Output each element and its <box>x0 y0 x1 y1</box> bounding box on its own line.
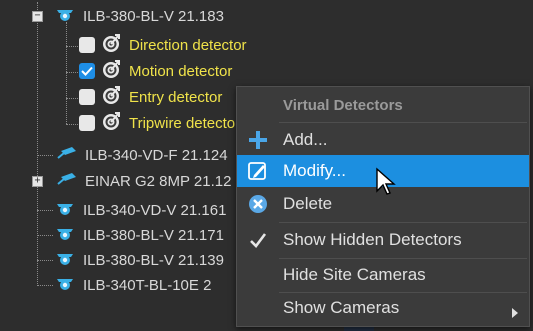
tree-item-label: ILB-380-BL-V 21.171 <box>83 226 224 244</box>
menu-item-show-hidden-detectors[interactable]: Show Hidden Detectors <box>237 224 529 256</box>
tree-connector <box>37 260 53 261</box>
tree-item-label: ILB-380-BL-V 21.183 <box>83 7 224 25</box>
bullet-camera-icon <box>55 171 77 191</box>
tree-item-label: ILB-340T-BL-10E 2 <box>83 276 212 294</box>
tree-item-label: EINAR G2 8MP 21.12 <box>85 172 232 190</box>
tree-item-camera[interactable]: ILB-380-BL-V 21.171 <box>55 223 224 247</box>
tree-item-label: Motion detector <box>129 62 233 80</box>
tree-connector <box>37 210 53 211</box>
tree-connector <box>37 235 53 236</box>
tree-connector <box>66 46 78 47</box>
tree-item-detector[interactable]: Direction detector <box>79 33 247 57</box>
bullet-camera-icon <box>55 145 77 165</box>
menu-separator <box>279 122 527 123</box>
menu-item-show-cameras[interactable]: Show Cameras <box>237 292 529 324</box>
dome-camera-icon <box>55 200 75 220</box>
context-menu-header: Virtual Detectors <box>283 96 403 114</box>
tree-item-label: ILB-340-VD-V 21.161 <box>83 201 227 219</box>
context-menu: Virtual Detectors Add... Modify... Delet… <box>236 86 530 327</box>
submenu-arrow-icon <box>511 303 519 323</box>
checkmark-icon <box>245 228 271 252</box>
tree-connector <box>66 22 67 124</box>
mouse-cursor-icon <box>375 167 399 202</box>
dome-camera-icon <box>55 225 75 245</box>
dome-camera-icon <box>55 6 75 26</box>
delete-circle-icon <box>245 192 271 216</box>
detector-checkbox[interactable] <box>79 89 95 105</box>
tree-item-label: Entry detector <box>129 88 223 106</box>
detector-checkbox[interactable] <box>79 37 95 53</box>
tree-item-camera[interactable]: ILB-380-BL-V 21.183 <box>55 4 224 28</box>
tree-item-label: Tripwire detector <box>129 114 241 132</box>
tree-item-label: ILB-340-VD-F 21.124 <box>85 146 228 164</box>
tree-connector <box>37 155 53 156</box>
dome-camera-icon <box>55 250 75 270</box>
plus-icon <box>245 128 271 152</box>
tree-connector <box>37 2 38 284</box>
detector-target-icon <box>101 85 121 109</box>
tree-connector <box>37 285 53 286</box>
detector-checkbox-checked[interactable] <box>79 63 95 79</box>
tree-item-detector[interactable]: Tripwire detector <box>79 111 240 135</box>
tree-item-camera[interactable]: ILB-340T-BL-10E 2 <box>55 273 211 297</box>
expand-toggle[interactable]: + <box>32 176 43 187</box>
detector-target-icon <box>101 59 121 83</box>
tree-item-camera[interactable]: ILB-340-VD-F 21.124 <box>55 143 228 167</box>
tree-item-label: Direction detector <box>129 36 247 54</box>
tree-connector <box>66 98 78 99</box>
tree-item-camera[interactable]: ILB-380-BL-V 21.139 <box>55 248 224 272</box>
tree-connector <box>66 124 78 125</box>
menu-item-hide-site-cameras[interactable]: Hide Site Cameras <box>237 259 529 291</box>
menu-separator <box>279 222 527 223</box>
tree-item-camera[interactable]: EINAR G2 8MP 21.12 <box>55 169 231 193</box>
collapse-toggle[interactable]: − <box>32 11 43 22</box>
menu-item-add[interactable]: Add... <box>237 124 529 156</box>
tree-connector <box>66 72 78 73</box>
detector-checkbox[interactable] <box>79 115 95 131</box>
tree-item-detector[interactable]: Entry detector <box>79 85 222 109</box>
detector-target-icon <box>101 33 121 57</box>
dome-camera-icon <box>55 275 75 295</box>
edit-icon <box>245 159 271 183</box>
camera-tree-window: − ILB-380-BL-V 21.183 Direction detector… <box>0 0 533 331</box>
tree-item-camera[interactable]: ILB-340-VD-V 21.161 <box>55 198 226 222</box>
tree-item-detector[interactable]: Motion detector <box>79 59 232 83</box>
tree-item-label: ILB-380-BL-V 21.139 <box>83 251 224 269</box>
detector-target-icon <box>101 111 121 135</box>
